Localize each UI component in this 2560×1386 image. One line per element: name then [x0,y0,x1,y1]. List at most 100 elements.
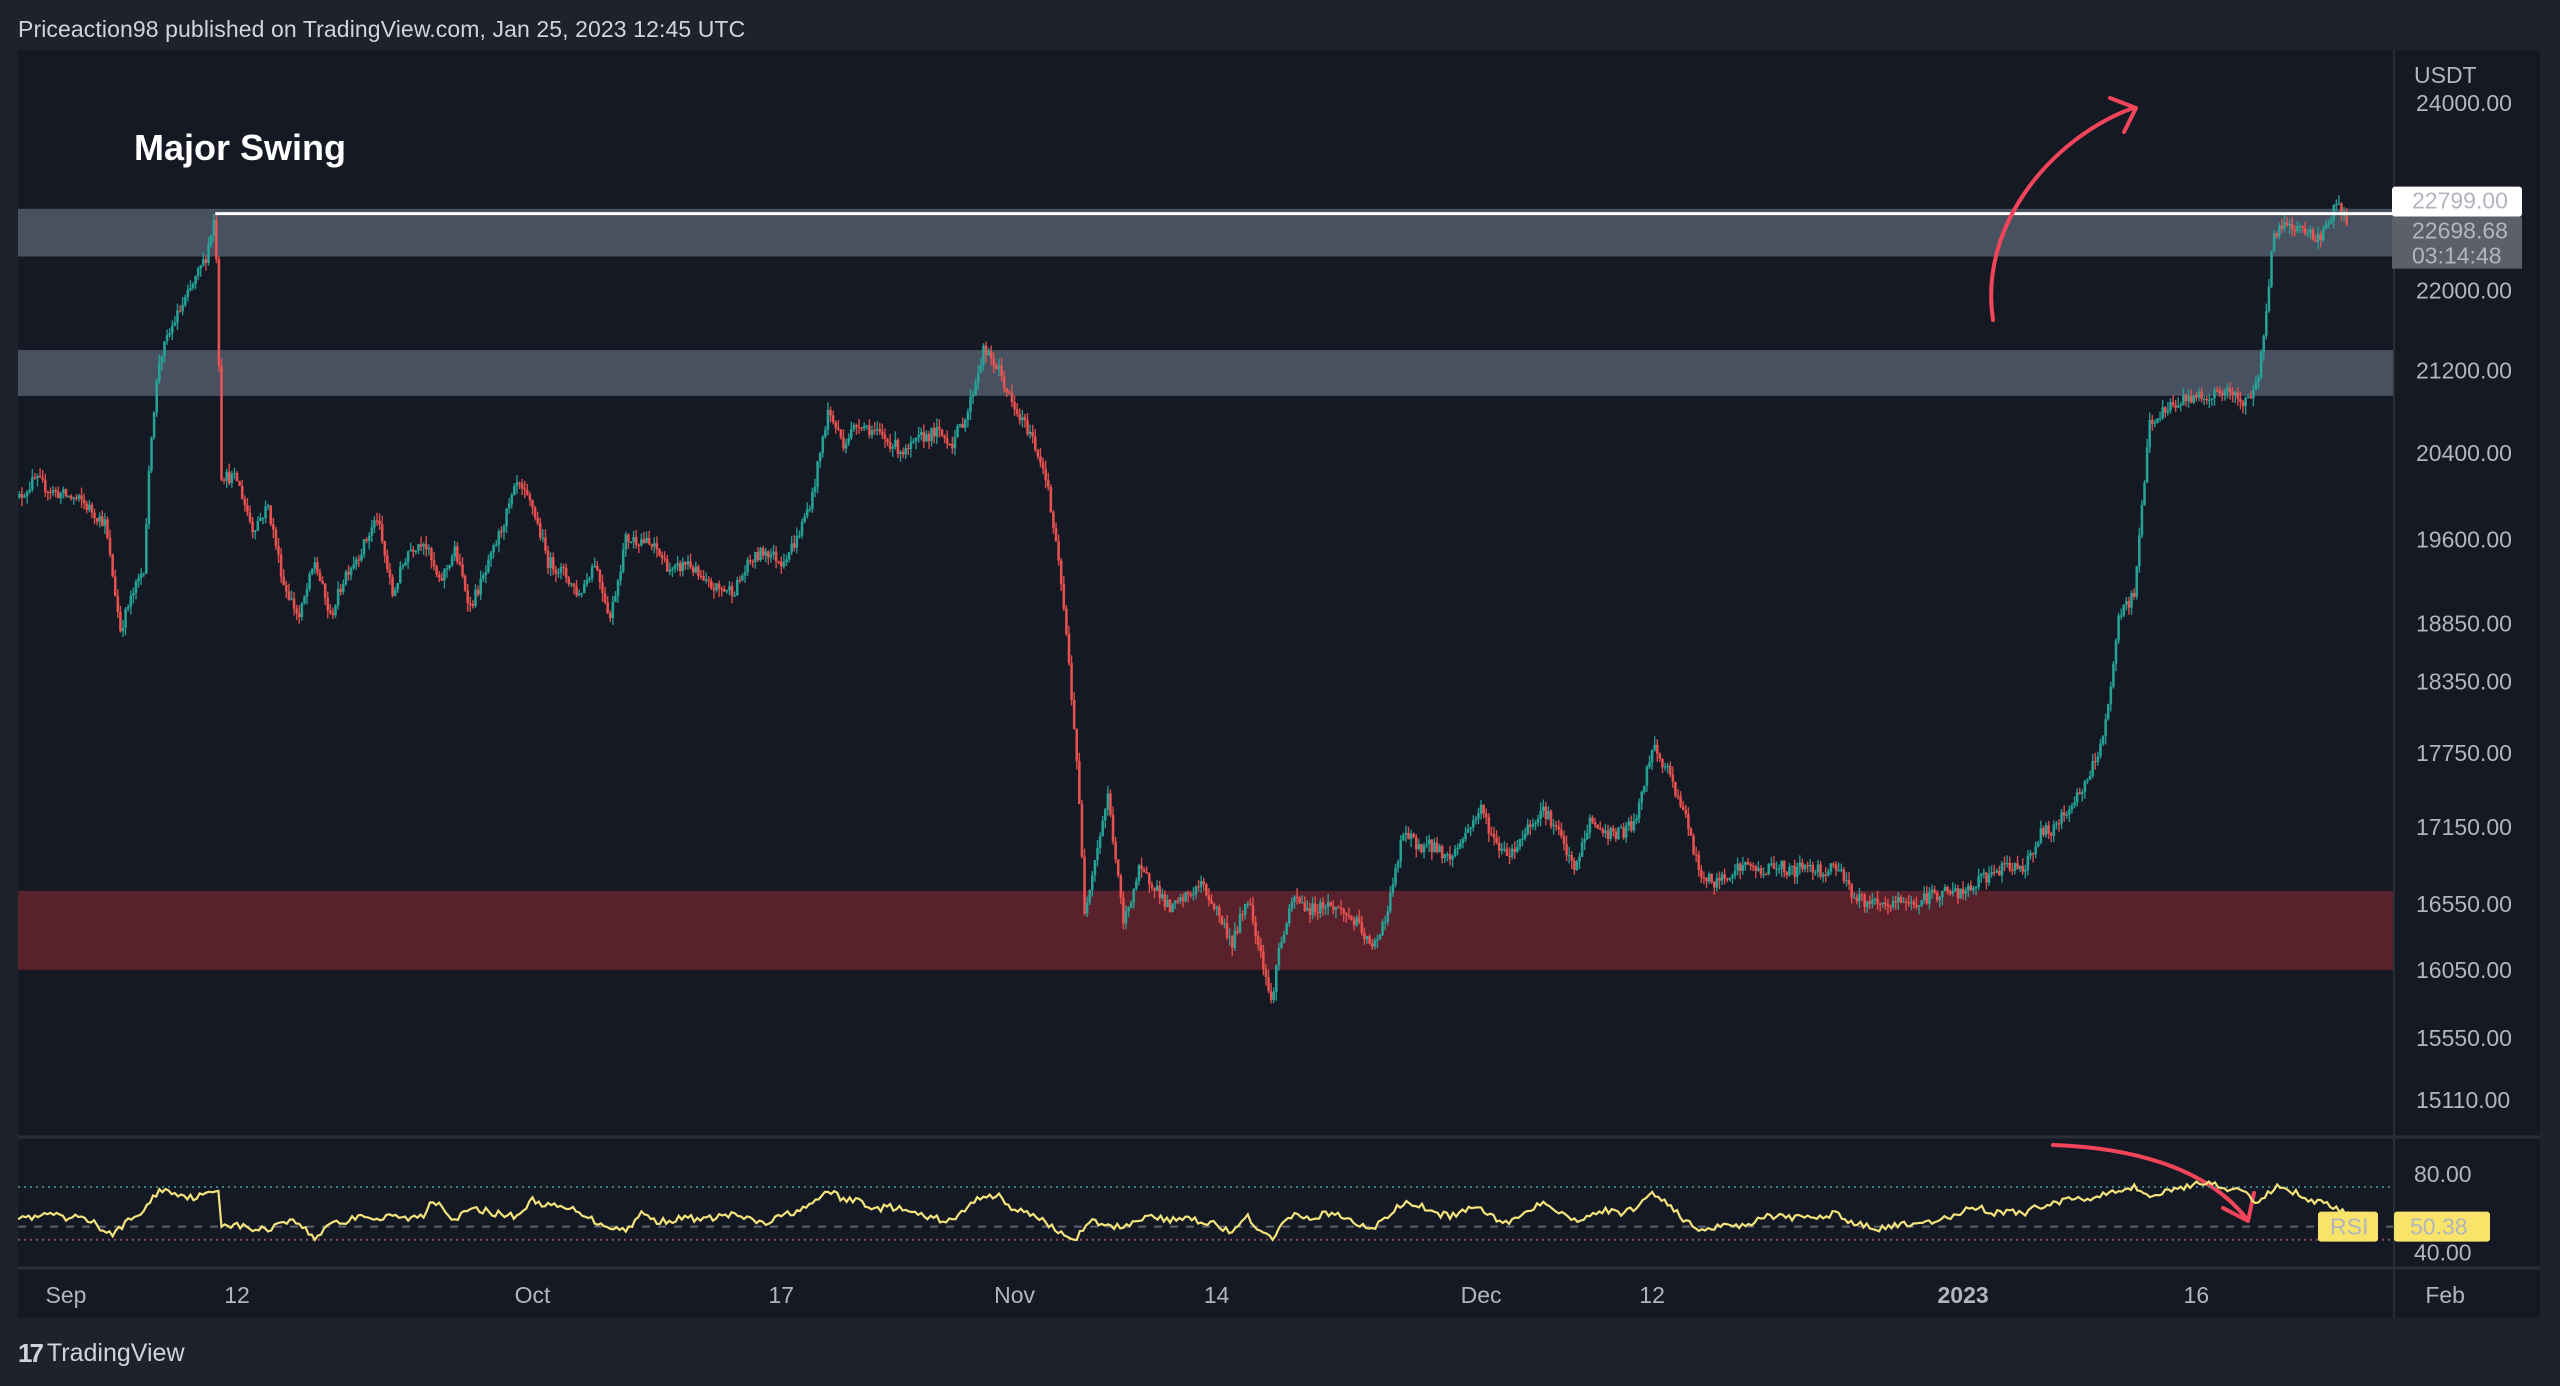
candle-body [702,576,705,581]
candle-body [1466,828,1470,833]
candle-body [1023,417,1027,421]
candle-body [386,555,389,570]
candle-body [103,519,107,526]
candle [598,568,602,590]
candle-body [383,541,387,556]
candle [1645,764,1649,792]
candle [2130,590,2133,615]
chart-svg[interactable]: USDT24000.0022000.0021200.0020400.001960… [18,50,2540,1318]
candle [577,589,581,597]
candle-body [152,412,156,438]
candle-body [598,569,602,583]
candle [862,422,866,431]
candle-body [1767,863,1771,875]
candle-body [1026,420,1029,435]
candle-body [1549,811,1553,827]
candle [450,553,454,568]
candle [1593,817,1597,828]
candle-body [422,544,425,547]
candle [1464,826,1467,842]
candle-body [1834,864,1838,871]
candle-body [982,345,985,365]
candle [313,556,317,575]
candle-body [49,492,52,494]
candle-body [1041,462,1045,469]
candle-body [2171,402,2175,406]
candle-body [2208,399,2211,401]
candle [2031,852,2035,863]
current-price-label: 22698.68 [2412,218,2508,244]
candle-body [1324,907,1327,909]
candle [297,605,301,624]
candle-body [575,586,578,596]
candle-body [2303,227,2307,234]
candle-body [1780,860,1783,869]
tradingview-logo[interactable]: 17 TradingView [18,1338,185,1369]
candle [1954,884,1957,892]
candle-body [2262,335,2266,353]
candle [1023,413,1027,428]
candle-body [1803,865,1807,870]
candle-body [1637,802,1641,819]
candle [580,592,584,598]
candle [1565,835,1568,862]
candle-body [453,546,457,557]
candle-body [1381,922,1384,936]
candle-body [41,477,44,480]
candle-body [2226,388,2229,391]
candle-body [1036,449,1040,457]
candle-body [1614,831,1618,839]
candle-body [2143,482,2146,506]
candle-body [2057,823,2061,825]
candle [1500,843,1504,855]
candle-body [2270,251,2273,287]
candle-body [780,561,783,567]
candle [1080,799,1084,859]
candle-body [1492,834,1496,838]
candle-body [1930,889,1934,893]
candle [1531,818,1535,830]
candle-body [2138,535,2141,567]
candle-body [1770,863,1773,865]
candle-body [2008,862,2012,870]
candle [1435,836,1439,854]
candle-body [1127,907,1130,911]
candle-body [971,394,975,397]
candle [1412,832,1415,839]
arrow-down-annotation[interactable] [2051,1143,2248,1220]
candle [339,583,343,596]
candle [868,419,871,439]
candle [386,549,389,573]
publisher-line: Priceaction98 published on TradingView.c… [18,16,746,42]
candle [469,596,472,612]
candle-body [844,443,848,449]
candle-body [279,554,283,577]
candle [2065,811,2069,820]
candle [538,517,542,541]
candle [1474,816,1478,825]
candle-body [2000,863,2004,876]
candle [1788,862,1791,877]
candle-body [1474,818,1478,821]
candle-body [1122,897,1125,924]
candle-body [448,565,451,568]
candle [2337,195,2341,206]
candle [1101,815,1104,837]
candle-body [1148,873,1151,885]
candle [1389,886,1392,914]
candle [2138,527,2141,573]
chart-frame[interactable]: USDT 24000.00 22000.00 21200.00 20400.00 1960… [18,50,2540,1318]
candle-body [1067,633,1071,664]
candle [2169,398,2172,414]
candle-body [1321,902,1325,908]
candle [785,554,788,567]
candle-body [1365,936,1369,940]
candle [764,547,768,563]
candle-body [2060,812,2063,824]
candle [67,495,70,498]
candle [1821,872,1825,883]
candle [686,555,690,570]
candle [2205,395,2209,405]
candle-body [634,537,638,545]
candle-body [98,516,101,522]
